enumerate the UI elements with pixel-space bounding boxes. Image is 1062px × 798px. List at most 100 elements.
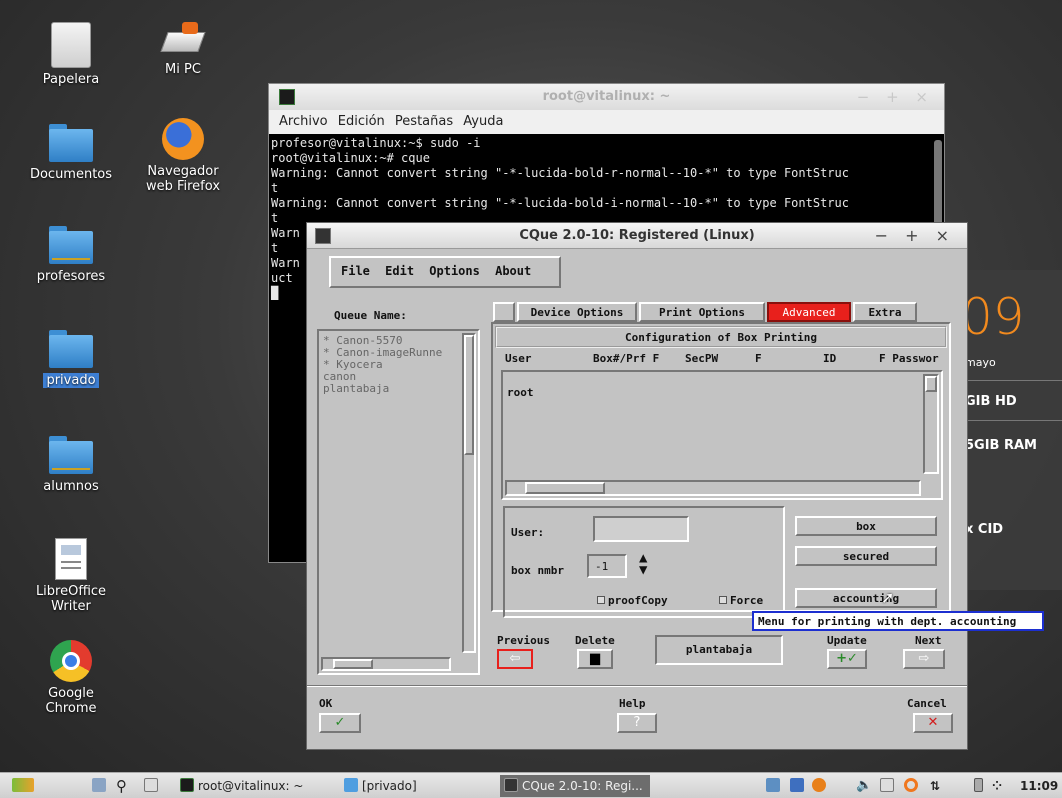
box-user-table[interactable]: root (501, 370, 943, 500)
update-label: Update (827, 634, 867, 647)
clock[interactable]: 11:09 (1020, 777, 1058, 795)
volume-icon[interactable]: 🔈 (856, 777, 872, 795)
folder-icon (49, 436, 93, 474)
desktop-icon-privado[interactable]: privado (16, 330, 126, 388)
show-desktop-icon[interactable] (92, 777, 110, 795)
tray-icon-photos[interactable] (766, 777, 784, 795)
tab-print-options[interactable]: Print Options (639, 302, 765, 322)
taskbar-item-terminal[interactable]: root@vitalinux: ~ (180, 777, 303, 795)
mouse-cursor-icon: ➚ (881, 588, 895, 607)
menu-edicion[interactable]: Edición (338, 114, 385, 129)
tray-icon-notes[interactable] (790, 777, 808, 795)
queue-name-label: Queue Name: (334, 309, 407, 322)
update-button[interactable]: +✓ (827, 649, 867, 669)
keyboard-icon[interactable] (880, 777, 898, 795)
tab-device-options[interactable]: Device Options (517, 302, 637, 322)
queue-list-vscrollbar[interactable] (462, 333, 476, 653)
cque-menubar: File Edit Options About (329, 256, 561, 288)
scroll-thumb[interactable] (464, 335, 474, 455)
proofcopy-checkbox[interactable]: proofCopy (597, 594, 668, 607)
taskbar-item-privado[interactable]: [privado] (344, 777, 417, 795)
queue-list-hscrollbar[interactable] (321, 657, 451, 671)
force-checkbox[interactable]: Force (719, 594, 763, 607)
desktop-icon-mi-pc[interactable]: Mi PC (128, 18, 238, 77)
window-controls[interactable]: − + × (857, 88, 934, 106)
cque-titlebar[interactable]: CQue 2.0-10: Registered (Linux) − + × (307, 223, 967, 249)
desktop-icon-label: LibreOffice Writer (35, 584, 107, 614)
terminal-titlebar[interactable]: root@vitalinux: ~ − + × (269, 84, 944, 110)
desktop-icon-firefox[interactable]: Navegador web Firefox (128, 118, 238, 194)
tab-advanced[interactable]: Advanced (767, 302, 851, 322)
desktop-icon-google-chrome[interactable]: Google Chrome (16, 640, 126, 716)
trash-icon: ▆ (590, 651, 600, 666)
previous-button[interactable]: ⇦ (497, 649, 533, 669)
queue-list[interactable]: * Canon-5570 * Canon-imageRunne * Kyocer… (317, 329, 480, 675)
terminal-menubar: Archivo Edición Pestañas Ayuda (269, 110, 944, 134)
desktop-icon-label: Documentos (29, 167, 113, 182)
system-widget-panel: 09 mayo GIB HD 5GIB RAM x CID (955, 270, 1062, 590)
table-vscrollbar[interactable] (923, 374, 939, 474)
desktop-icon-alumnos[interactable]: alumnos (16, 436, 126, 494)
search-icon[interactable]: ⚲ (116, 777, 127, 795)
tray-icon-firefox[interactable] (812, 777, 830, 795)
scroll-thumb[interactable] (525, 482, 605, 494)
accounting-button[interactable]: accounting (795, 588, 937, 608)
firefox-icon (162, 118, 204, 160)
desktop-icon-libreoffice-writer[interactable]: LibreOffice Writer (16, 538, 126, 614)
tab-blank[interactable] (493, 302, 515, 322)
cque-window[interactable]: CQue 2.0-10: Registered (Linux) − + × Fi… (306, 222, 968, 750)
menu-pestanas[interactable]: Pestañas (395, 114, 453, 129)
next-label: Next (915, 634, 942, 647)
window-list-icon[interactable] (144, 777, 162, 795)
user-label: User: (511, 526, 545, 539)
taskbar-item-cque[interactable]: CQue 2.0-10: Regi... (500, 775, 650, 797)
menu-edit[interactable]: Edit (385, 264, 414, 278)
update-icon[interactable] (904, 777, 922, 795)
scroll-thumb[interactable] (333, 659, 373, 669)
delete-label: Delete (575, 634, 615, 647)
desktop-icon-papelera[interactable]: Papelera (16, 22, 126, 87)
ram-widget: 5GIB RAM (965, 438, 1037, 453)
queue-item[interactable]: plantabaja (323, 383, 442, 395)
trash-icon (51, 22, 91, 68)
ok-label: OK (319, 697, 333, 710)
help-button[interactable]: ? (617, 713, 657, 733)
menu-about[interactable]: About (495, 264, 531, 278)
computer-icon (160, 18, 206, 58)
menu-archivo[interactable]: Archivo (279, 114, 328, 129)
desktop-icon-label: profesores (36, 269, 106, 284)
force-label: Force (730, 594, 764, 607)
box-button[interactable]: box (795, 516, 937, 536)
current-queue-field[interactable]: plantabaja (655, 635, 783, 665)
section-title: Configuration of Box Printing (495, 326, 947, 348)
tab-extra[interactable]: Extra (853, 302, 917, 322)
desktop-icon-label: privado (43, 373, 99, 388)
start-menu-icon[interactable] (12, 777, 38, 795)
terminal-icon (180, 778, 194, 792)
scroll-up-arrow[interactable] (925, 376, 937, 392)
desktop-icon-label: alumnos (43, 479, 99, 494)
user-input[interactable] (593, 516, 689, 542)
table-row[interactable]: root (507, 386, 534, 399)
box-number-stepper[interactable]: ▲ ▼ (639, 551, 647, 577)
window-controls[interactable]: − + × (875, 226, 955, 245)
menu-options[interactable]: Options (429, 264, 480, 278)
battery-icon[interactable] (974, 777, 987, 795)
table-hscrollbar[interactable] (505, 480, 921, 496)
network-icon[interactable]: ⇅ (930, 777, 940, 795)
box-number-input[interactable]: -1 (587, 554, 627, 578)
apps-icon[interactable]: ⁘ (992, 777, 1002, 795)
taskbar-item-label: CQue 2.0-10: Regi... (522, 779, 643, 793)
desktop-icon-documentos[interactable]: Documentos (16, 124, 126, 182)
next-button[interactable]: ⇨ (903, 649, 945, 669)
ok-button[interactable]: ✓ (319, 713, 361, 733)
secured-button[interactable]: secured (795, 546, 937, 566)
menu-ayuda[interactable]: Ayuda (463, 114, 503, 129)
cancel-button[interactable]: ✕ (913, 713, 953, 733)
desktop-icon-label: Navegador web Firefox (145, 164, 221, 194)
folder-icon (49, 226, 93, 264)
delete-button[interactable]: ▆ (577, 649, 613, 669)
folder-icon (344, 778, 358, 792)
desktop-icon-profesores[interactable]: profesores (16, 226, 126, 284)
menu-file[interactable]: File (341, 264, 370, 278)
